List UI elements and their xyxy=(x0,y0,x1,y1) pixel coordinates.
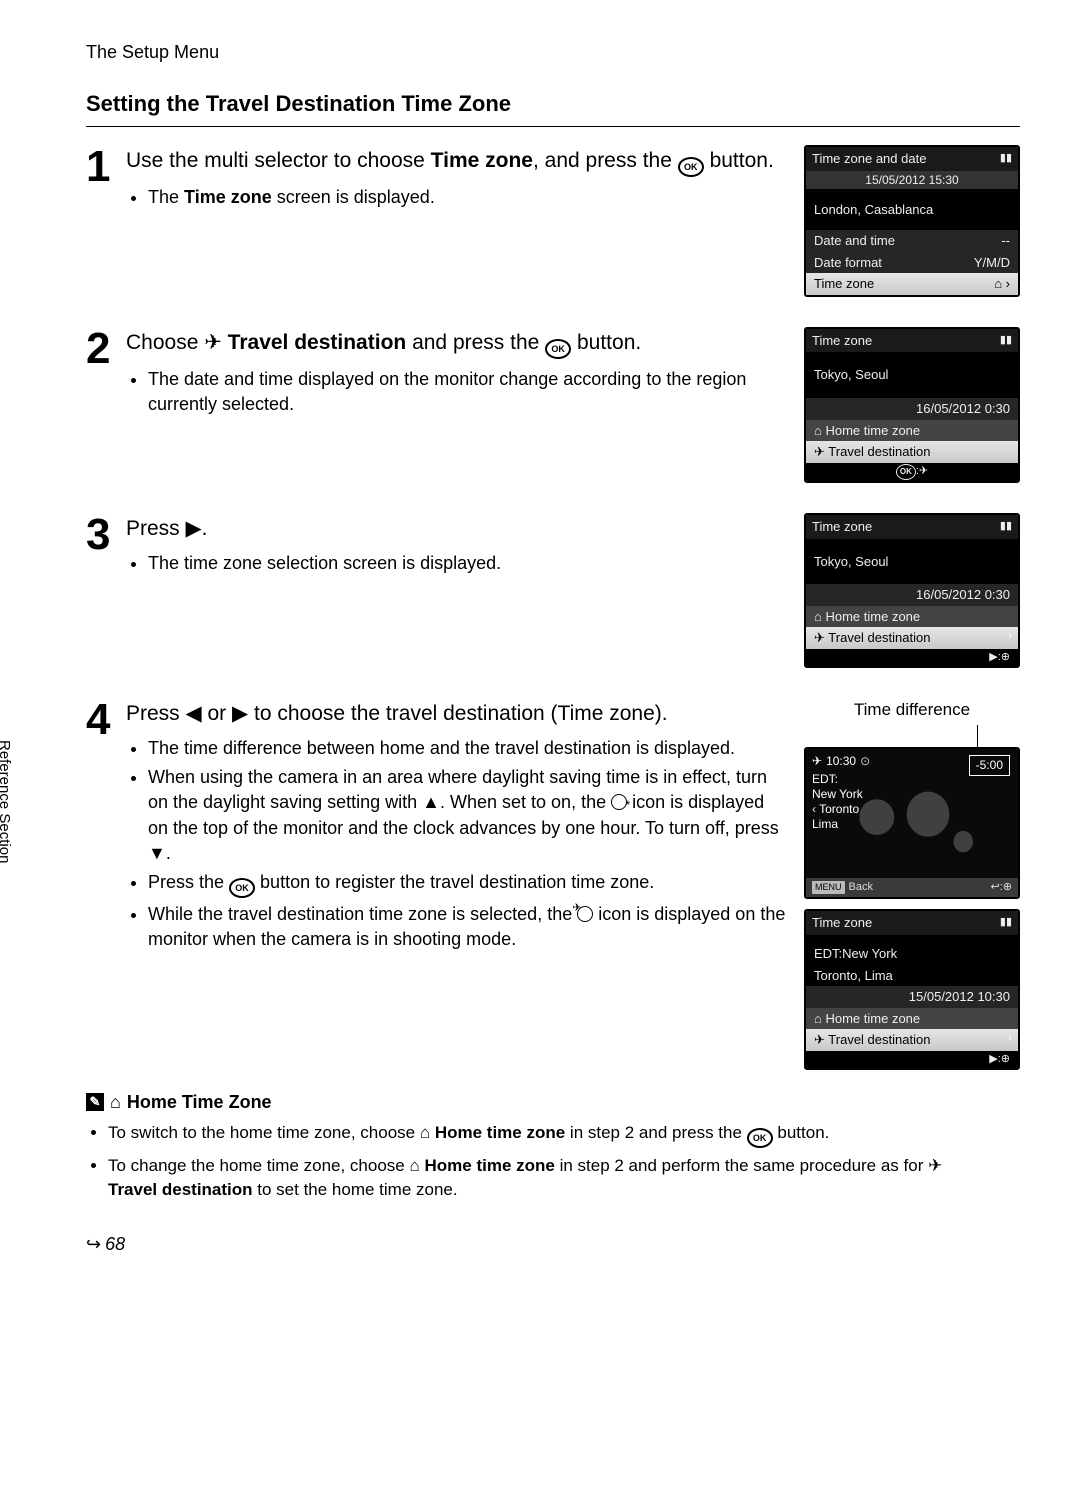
plane-icon xyxy=(812,753,822,770)
travel-zone-icon xyxy=(577,906,593,922)
section-glyph-icon: ↪ xyxy=(86,1232,101,1257)
menu-pill-icon: MENU xyxy=(812,881,845,894)
step-2: 2 Choose Travel destination and press th… xyxy=(86,327,1020,483)
time-difference-label: Time difference xyxy=(804,698,1020,722)
note-home-time-zone: ✎ Home Time Zone To switch to the home t… xyxy=(86,1090,974,1202)
ok-icon: OK xyxy=(747,1128,773,1148)
lcd-screenshot-4: Time zone▮▮ EDT:New York Toronto, Lima 1… xyxy=(804,909,1020,1069)
note-bullet: To change the home time zone, choose Hom… xyxy=(108,1154,974,1202)
battery-icon: ▮▮ xyxy=(1000,333,1012,348)
step-bullet: The date and time displayed on the monit… xyxy=(148,367,786,417)
home-icon xyxy=(110,1090,121,1115)
battery-icon: ▮▮ xyxy=(1000,151,1012,166)
dst-icon xyxy=(611,794,627,810)
step-number: 2 xyxy=(86,327,126,483)
step-heading: Choose Travel destination and press the … xyxy=(126,329,786,359)
running-header: The Setup Menu xyxy=(86,40,1020,65)
note-icon: ✎ xyxy=(86,1093,104,1111)
step-bullet: The time difference between home and the… xyxy=(148,736,786,761)
page-footer: ↪ 68 xyxy=(86,1232,1020,1257)
lcd-screenshot-1: Time zone and date▮▮ 15/05/2012 15:30 Lo… xyxy=(804,145,1020,297)
home-icon xyxy=(814,1011,822,1026)
right-arrow-icon xyxy=(232,702,248,725)
step-heading: Press or to choose the travel destinatio… xyxy=(126,700,786,728)
ok-icon: OK xyxy=(678,157,704,177)
step-bullet: The Time zone screen is displayed. xyxy=(148,185,786,210)
down-arrow-icon xyxy=(148,843,166,863)
note-bullet: To switch to the home time zone, choose … xyxy=(108,1121,974,1148)
step-bullet: Press the OK button to register the trav… xyxy=(148,870,786,898)
ok-icon: OK xyxy=(229,878,255,898)
battery-icon: ▮▮ xyxy=(1000,915,1012,930)
plane-icon xyxy=(204,331,222,354)
plane-icon xyxy=(928,1156,942,1175)
page-title: Setting the Travel Destination Time Zone xyxy=(86,89,1020,120)
step-heading: Press . xyxy=(126,515,786,543)
step-number: 1 xyxy=(86,145,126,297)
lcd-screenshot-2: Time zone▮▮ Tokyo, Seoul 16/05/2012 0:30… xyxy=(804,327,1020,483)
step-bullet: When using the camera in an area where d… xyxy=(148,765,786,866)
step-heading: Use the multi selector to choose Time zo… xyxy=(126,147,786,177)
ok-icon: OK xyxy=(545,339,571,359)
home-icon: ⌂ › xyxy=(994,275,1010,293)
world-map-screenshot: 10:30 ⊙ -5:00 EDT: New York ‹ Toronto Li… xyxy=(804,747,1020,899)
step-bullet: The time zone selection screen is displa… xyxy=(148,551,786,576)
side-tab-label: Reference Section xyxy=(0,740,15,863)
plane-icon xyxy=(814,444,825,459)
right-arrow-icon xyxy=(186,517,202,540)
home-icon xyxy=(814,609,822,624)
plane-icon xyxy=(814,1032,825,1047)
step-bullet: While the travel destination time zone i… xyxy=(148,902,786,952)
left-arrow-icon xyxy=(186,702,202,725)
plane-icon xyxy=(814,630,825,645)
home-icon xyxy=(420,1123,430,1142)
title-rule xyxy=(86,126,1020,127)
callout-line xyxy=(977,725,979,747)
home-icon xyxy=(814,423,822,438)
time-diff-value: -5:00 xyxy=(969,755,1010,776)
up-arrow-icon xyxy=(422,792,440,812)
step-number: 4 xyxy=(86,698,126,1070)
home-icon xyxy=(409,1156,419,1175)
lcd-screenshot-3: Time zone▮▮ Tokyo, Seoul 16/05/2012 0:30… xyxy=(804,513,1020,668)
step-number: 3 xyxy=(86,513,126,668)
step-1: 1 Use the multi selector to choose Time … xyxy=(86,145,1020,297)
ok-icon: OK xyxy=(896,464,916,480)
battery-icon: ▮▮ xyxy=(1000,519,1012,534)
step-4: 4 Press or to choose the travel destinat… xyxy=(86,698,1020,1070)
step-3: 3 Press . The time zone selection screen… xyxy=(86,513,1020,668)
